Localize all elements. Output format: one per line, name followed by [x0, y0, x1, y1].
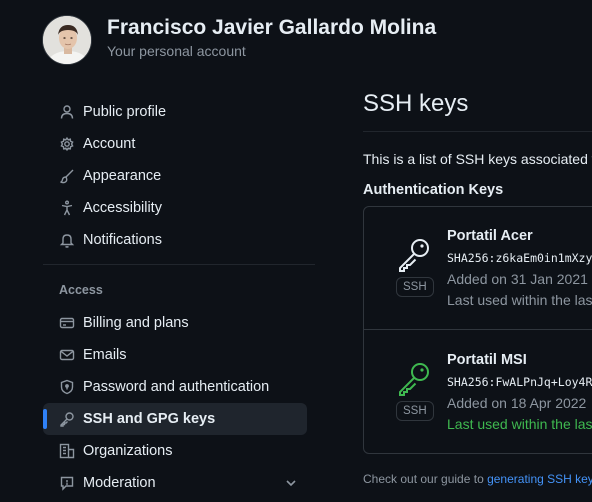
sidebar-item-label: Billing and plans: [83, 315, 189, 331]
key-fingerprint: SHA256:z6kaEm0in1mXzy: [447, 251, 592, 265]
sidebar-item-emails[interactable]: Emails: [43, 339, 315, 371]
intro-text: This is a list of SSH keys associated w: [363, 151, 592, 167]
sidebar-item-appearance[interactable]: Appearance: [43, 160, 315, 192]
key-icon: [59, 411, 75, 427]
key-added-date: Added on 18 Apr 2022: [447, 395, 587, 411]
sidebar-item-label: Public profile: [83, 104, 167, 120]
bell-icon: [59, 232, 75, 248]
key-icon: [399, 239, 429, 272]
chevron-down-icon[interactable]: [283, 475, 299, 491]
key-added-date: Added on 31 Jan 2021: [447, 271, 588, 287]
key-icon: [399, 363, 429, 396]
sidebar-item-label: Organizations: [83, 443, 173, 459]
list-item: SSH Portatil Acer SHA256:z6kaEm0in1mXzy …: [364, 207, 592, 330]
sidebar-item-billing[interactable]: Billing and plans: [43, 307, 315, 339]
report-icon: [59, 475, 75, 491]
sidebar-divider: [43, 264, 315, 265]
paintbrush-icon: [59, 168, 75, 184]
sidebar-item-account[interactable]: Account: [43, 128, 315, 160]
accessibility-icon: [59, 200, 75, 216]
sidebar-item-public-profile[interactable]: Public profile: [43, 96, 315, 128]
page-title: SSH keys: [363, 90, 469, 117]
sidebar-item-password-auth[interactable]: Password and authentication: [43, 371, 315, 403]
ssh-badge: SSH: [396, 401, 434, 421]
sidebar-section-access: Access: [59, 283, 103, 297]
authentication-keys-heading: Authentication Keys: [363, 182, 504, 198]
sidebar-item-label: Appearance: [83, 168, 162, 184]
organization-icon: [59, 443, 75, 459]
key-last-used: Last used within the las: [447, 292, 592, 308]
ssh-keys-main: SSH keys This is a list of SSH keys asso…: [363, 0, 592, 502]
footer-note: Check out our guide to generating SSH ke…: [363, 472, 592, 486]
account-subtitle: Your personal account: [107, 43, 246, 59]
avatar[interactable]: [42, 15, 92, 65]
title-divider: [363, 131, 592, 132]
sidebar-item-accessibility[interactable]: Accessibility: [43, 192, 315, 224]
sidebar-item-notifications[interactable]: Notifications: [43, 224, 315, 256]
sidebar-item-label: Accessibility: [83, 200, 162, 216]
mail-icon: [59, 347, 75, 363]
shield-lock-icon: [59, 379, 75, 395]
sidebar-item-organizations[interactable]: Organizations: [43, 435, 315, 467]
person-icon: [59, 104, 75, 120]
key-last-used: Last used within the las: [447, 416, 592, 432]
ssh-keys-list: SSH Portatil Acer SHA256:z6kaEm0in1mXzy …: [363, 206, 592, 454]
sidebar-item-label: Password and authentication: [83, 379, 270, 395]
list-item: SSH Portatil MSI SHA256:FwALPnJq+Loy4R A…: [364, 331, 592, 454]
generating-ssh-keys-link[interactable]: generating SSH key: [487, 472, 592, 486]
footer-prefix: Check out our guide to: [363, 472, 488, 486]
key-title: Portatil MSI: [447, 352, 527, 368]
sidebar-item-label: Notifications: [83, 232, 162, 248]
credit-card-icon: [59, 315, 75, 331]
sidebar-item-ssh-gpg-keys[interactable]: SSH and GPG keys: [43, 403, 307, 435]
sidebar-item-label: SSH and GPG keys: [83, 411, 216, 427]
settings-sidebar: Public profile Account Appearance Access…: [43, 96, 315, 499]
key-fingerprint: SHA256:FwALPnJq+Loy4R: [447, 375, 592, 389]
sidebar-item-moderation[interactable]: Moderation: [43, 467, 315, 499]
sidebar-item-label: Emails: [83, 347, 127, 363]
sidebar-item-label: Account: [83, 136, 136, 152]
sidebar-item-label: Moderation: [83, 475, 156, 491]
key-title: Portatil Acer: [447, 228, 533, 244]
gear-icon: [59, 136, 75, 152]
avatar-photo: [43, 16, 91, 64]
ssh-badge: SSH: [396, 277, 434, 297]
